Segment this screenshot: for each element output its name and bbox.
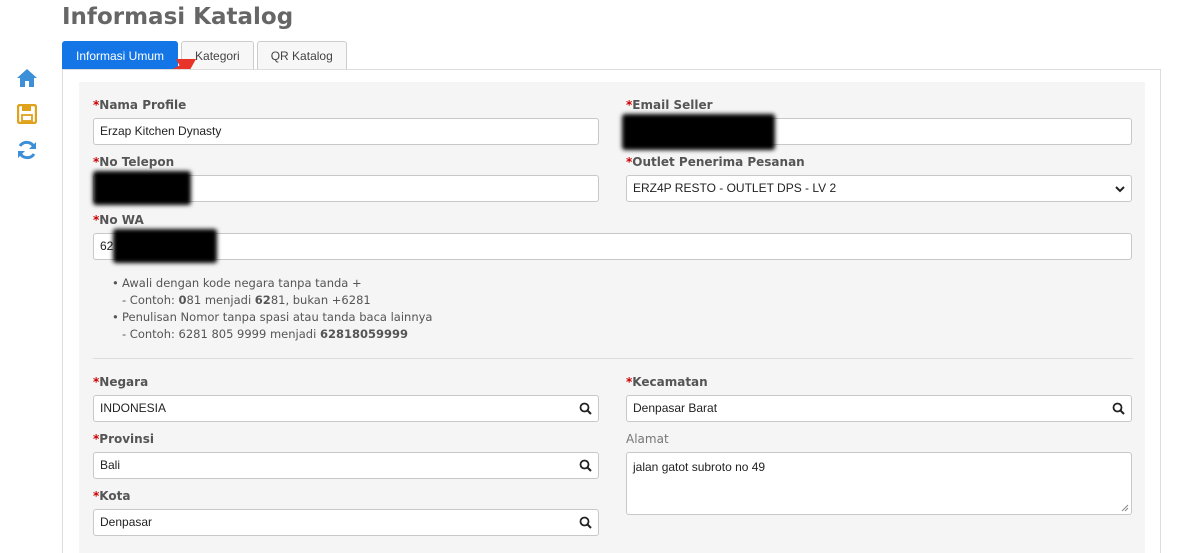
hint-line-2: Penulisan Nomor tanpa spasi atau tanda b… bbox=[122, 310, 433, 324]
kecamatan-value: Denpasar Barat bbox=[633, 401, 718, 415]
search-icon[interactable] bbox=[579, 402, 592, 415]
email-seller-label: *Email Seller bbox=[626, 98, 713, 112]
form-panel: *Nama Profile Erzap Kitchen Dynasty *Ema… bbox=[79, 82, 1145, 553]
hint-example-1: - Contoh: 081 menjadi 6281, bukan +6281 bbox=[122, 293, 371, 307]
tab-bar: Informasi Umum Kategori QR Katalog bbox=[62, 41, 350, 70]
kota-label: *Kota bbox=[93, 489, 131, 503]
hint-example-2: - Contoh: 6281 805 9999 menjadi 62818059… bbox=[122, 327, 408, 341]
search-icon[interactable] bbox=[579, 516, 592, 529]
chevron-down-icon bbox=[1115, 186, 1125, 193]
kecamatan-label: *Kecamatan bbox=[626, 375, 708, 389]
nama-profile-label: *Nama Profile bbox=[93, 98, 187, 112]
phone-format-hints: • Awali dengan kode negara tanpa tanda + … bbox=[112, 276, 433, 341]
alamat-value: jalan gatot subroto no 49 bbox=[633, 460, 766, 474]
negara-input[interactable]: INDONESIA bbox=[93, 395, 599, 422]
outlet-label: *Outlet Penerima Pesanan bbox=[626, 155, 805, 169]
page-title: Informasi Katalog bbox=[62, 4, 294, 30]
kota-input[interactable]: Denpasar bbox=[93, 509, 599, 536]
refresh-icon[interactable] bbox=[14, 137, 40, 163]
provinsi-input[interactable]: Bali bbox=[93, 452, 599, 479]
kota-value: Denpasar bbox=[100, 515, 153, 529]
negara-value: INDONESIA bbox=[100, 401, 167, 415]
hint-line-1: Awali dengan kode negara tanpa tanda + bbox=[122, 276, 362, 290]
alamat-textarea[interactable]: jalan gatot subroto no 49 bbox=[626, 452, 1132, 515]
redacted-block bbox=[93, 171, 191, 205]
resize-handle-icon[interactable] bbox=[1121, 504, 1129, 512]
sidebar-toolbar bbox=[14, 65, 40, 173]
kecamatan-input[interactable]: Denpasar Barat bbox=[626, 395, 1132, 422]
tab-content: *Nama Profile Erzap Kitchen Dynasty *Ema… bbox=[62, 69, 1161, 553]
search-icon[interactable] bbox=[579, 459, 592, 472]
tab-qr-katalog[interactable]: QR Katalog bbox=[256, 41, 347, 70]
save-icon[interactable] bbox=[14, 101, 40, 127]
no-wa-input[interactable]: 62 bbox=[93, 233, 1132, 260]
outlet-select-value: ERZ4P RESTO - OUTLET DPS - LV 2 bbox=[633, 181, 837, 195]
alamat-label: Alamat bbox=[626, 432, 669, 446]
nama-profile-input[interactable]: Erzap Kitchen Dynasty bbox=[93, 118, 599, 145]
negara-label: *Negara bbox=[93, 375, 149, 389]
redacted-block bbox=[622, 114, 775, 150]
home-icon[interactable] bbox=[14, 65, 40, 91]
search-icon[interactable] bbox=[1112, 402, 1125, 415]
provinsi-label: *Provinsi bbox=[93, 432, 154, 446]
outlet-select[interactable]: ERZ4P RESTO - OUTLET DPS - LV 2 bbox=[626, 175, 1132, 202]
provinsi-value: Bali bbox=[100, 458, 121, 472]
no-telepon-label: *No Telepon bbox=[93, 155, 175, 169]
redacted-block bbox=[113, 229, 217, 263]
section-divider bbox=[93, 358, 1133, 359]
no-wa-label: *No WA bbox=[93, 213, 144, 227]
